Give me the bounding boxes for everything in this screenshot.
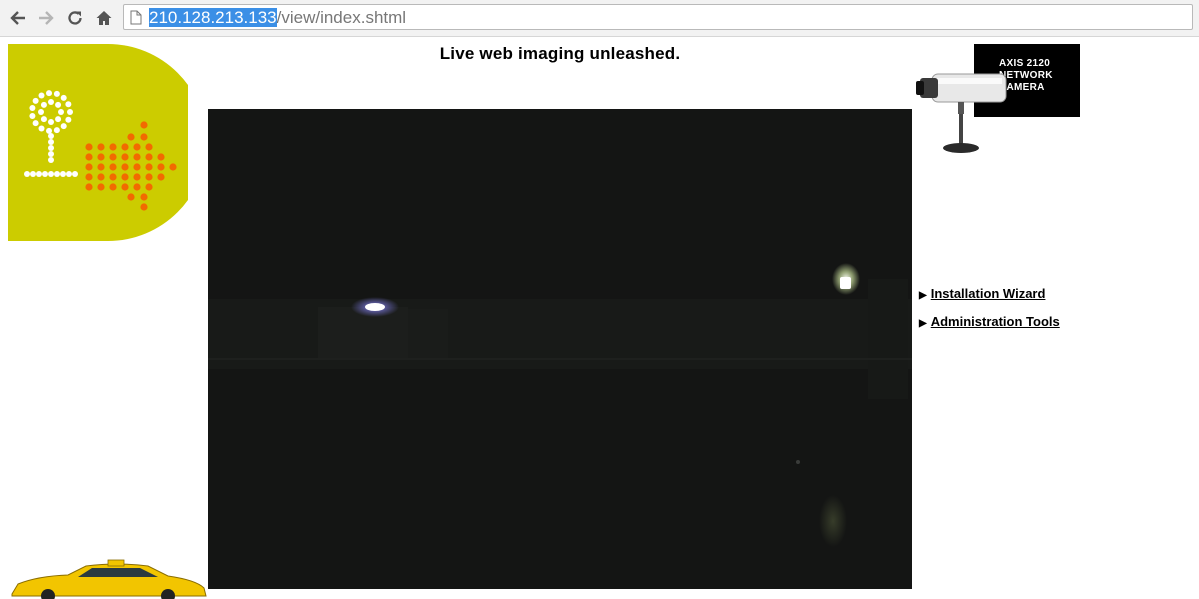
arrow-right-icon: ▶: [919, 318, 927, 329]
url-path: /view/index.shtml: [276, 8, 407, 27]
video-frame: [208, 109, 912, 589]
back-button[interactable]: [6, 6, 30, 30]
home-button[interactable]: [92, 6, 116, 30]
back-arrow-icon: [10, 11, 25, 25]
browser-toolbar: 210.128.213.133/view/index.shtml: [0, 0, 1199, 37]
administration-tools-link[interactable]: Administration Tools: [931, 314, 1060, 329]
arrow-right-icon: ▶: [919, 290, 927, 301]
menu-item-installation-wizard: ▶ Installation Wizard: [919, 286, 1045, 301]
forward-button[interactable]: [34, 6, 58, 30]
camera-icon: [916, 73, 1007, 153]
axis-logo: [8, 44, 188, 241]
live-video-feed: [208, 109, 912, 589]
camera-product-image: AXIS 2120 NETWORK CAMERA: [914, 44, 1084, 159]
url-host: 210.128.213.133: [149, 8, 277, 27]
address-bar[interactable]: 210.128.213.133/view/index.shtml: [123, 4, 1193, 30]
reload-icon: [68, 11, 82, 25]
home-icon: [96, 11, 112, 25]
url-text: 210.128.213.133/view/index.shtml: [149, 8, 406, 27]
installation-wizard-link[interactable]: Installation Wizard: [931, 286, 1046, 301]
page-title: Live web imaging unleashed.: [439, 44, 681, 63]
menu-item-administration-tools: ▶ Administration Tools: [919, 314, 1060, 329]
taxi-image: [11, 559, 207, 599]
page-icon: [130, 10, 142, 25]
forward-arrow-icon: [39, 11, 54, 25]
reload-button[interactable]: [63, 6, 87, 30]
